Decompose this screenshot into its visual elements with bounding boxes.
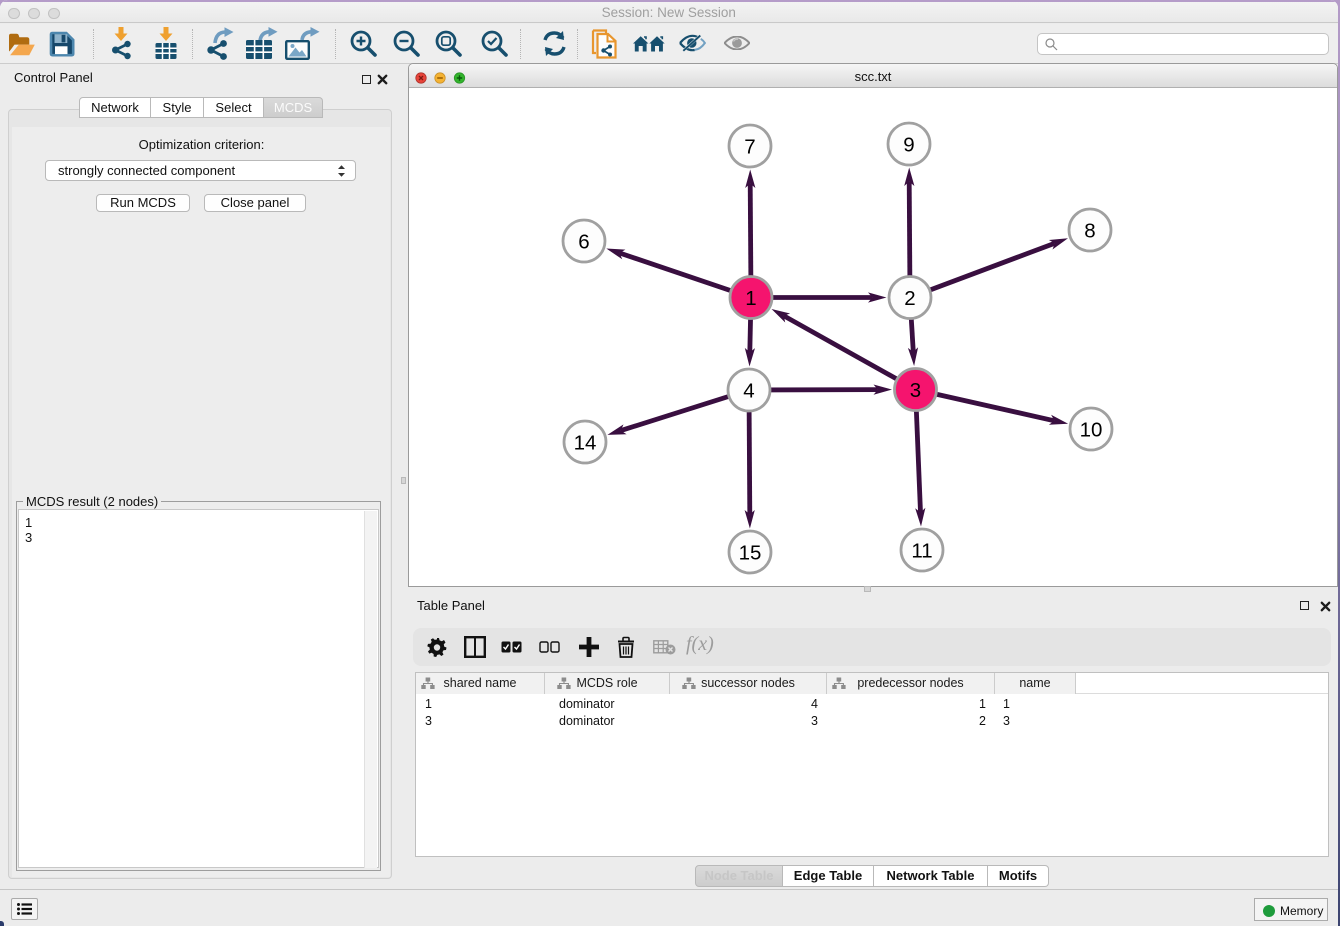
svg-text:7: 7 bbox=[744, 136, 755, 159]
svg-text:14: 14 bbox=[574, 432, 597, 455]
svg-text:3: 3 bbox=[910, 379, 921, 402]
svg-text:15: 15 bbox=[739, 542, 762, 565]
svg-text:9: 9 bbox=[903, 134, 914, 157]
svg-text:11: 11 bbox=[911, 540, 932, 563]
svg-text:2: 2 bbox=[904, 287, 915, 310]
svg-text:1: 1 bbox=[745, 287, 756, 310]
svg-text:4: 4 bbox=[743, 380, 754, 403]
svg-text:6: 6 bbox=[578, 231, 589, 254]
svg-text:10: 10 bbox=[1080, 419, 1103, 442]
svg-text:8: 8 bbox=[1084, 220, 1095, 243]
